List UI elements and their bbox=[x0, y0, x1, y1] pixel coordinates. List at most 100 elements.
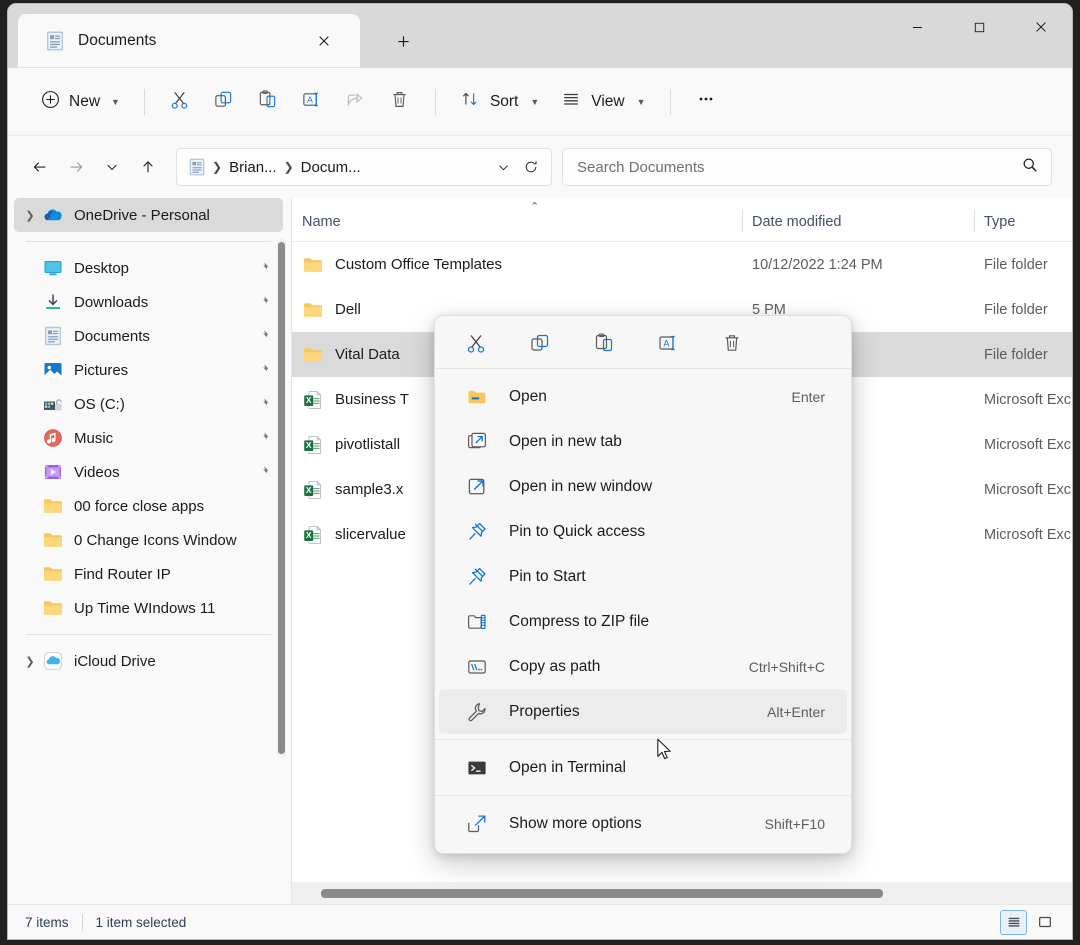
column-header-name[interactable]: Name ⌃ bbox=[292, 198, 742, 241]
back-button[interactable] bbox=[22, 149, 58, 185]
cut-icon[interactable] bbox=[459, 326, 493, 360]
pin-icon[interactable] bbox=[259, 431, 273, 445]
zip-icon bbox=[465, 610, 488, 633]
context-menu-item-properties[interactable]: PropertiesAlt+Enter bbox=[439, 689, 847, 734]
share-button[interactable] bbox=[334, 82, 378, 122]
sidebar-item-downloads[interactable]: Downloads bbox=[14, 285, 283, 319]
column-header-date-modified[interactable]: Date modified bbox=[742, 198, 974, 241]
drive-icon bbox=[42, 393, 64, 415]
sidebar-item-os-c[interactable]: OS (C:) bbox=[14, 387, 283, 421]
forward-button[interactable] bbox=[58, 149, 94, 185]
sidebar-item-label: Music bbox=[74, 430, 113, 447]
chevron-right-icon[interactable]: ❯ bbox=[18, 655, 42, 668]
folder-icon bbox=[42, 563, 64, 585]
more-options-button[interactable] bbox=[684, 82, 728, 122]
tab-documents[interactable]: Documents bbox=[18, 14, 360, 68]
open-folder-icon bbox=[465, 385, 488, 408]
copy-icon[interactable] bbox=[523, 326, 557, 360]
sidebar-item-00-force-close-apps[interactable]: 00 force close apps bbox=[14, 489, 283, 523]
table-row[interactable]: Custom Office Templates10/12/2022 1:24 P… bbox=[292, 242, 1072, 287]
pin-icon[interactable] bbox=[259, 363, 273, 377]
up-button[interactable] bbox=[130, 149, 166, 185]
context-menu-item-pin-to-start[interactable]: Pin to Start bbox=[439, 554, 847, 599]
new-button[interactable]: New ▼ bbox=[30, 82, 131, 122]
sidebar-item-documents[interactable]: Documents bbox=[14, 319, 283, 353]
paste-icon[interactable] bbox=[587, 326, 621, 360]
pin-icon[interactable] bbox=[259, 329, 273, 343]
new-tab-button[interactable] bbox=[386, 24, 420, 58]
sidebar-item-icloud-drive[interactable]: ❯ iCloud Drive bbox=[14, 644, 283, 678]
rename-button[interactable]: A bbox=[290, 82, 334, 122]
chevron-right-icon[interactable]: ❯ bbox=[18, 209, 42, 222]
context-menu-item-show-more-options[interactable]: Show more optionsShift+F10 bbox=[439, 801, 847, 846]
address-bar[interactable]: ❯ Brian... ❯ Docum... bbox=[176, 148, 552, 186]
context-menu-item-copy-as-path[interactable]: Copy as pathCtrl+Shift+C bbox=[439, 644, 847, 689]
context-menu-item-open[interactable]: OpenEnter bbox=[439, 374, 847, 419]
sidebar-item-label: iCloud Drive bbox=[74, 653, 156, 670]
view-button[interactable]: View ▼ bbox=[550, 82, 656, 122]
large-icons-view-icon[interactable] bbox=[1031, 910, 1058, 935]
search-input[interactable] bbox=[577, 159, 1021, 176]
breadcrumb-item-0[interactable]: Brian... bbox=[223, 155, 283, 180]
sidebar-item-onedrive-personal[interactable]: ❯OneDrive - Personal bbox=[14, 198, 283, 232]
context-menu-item-label: Show more options bbox=[509, 815, 765, 833]
view-button-label: View bbox=[591, 93, 624, 111]
pin-icon[interactable] bbox=[259, 295, 273, 309]
chevron-down-icon[interactable] bbox=[489, 153, 517, 181]
close-icon[interactable] bbox=[1010, 4, 1072, 50]
context-menu-item-label: Open in new window bbox=[509, 478, 825, 496]
pin-icon[interactable] bbox=[259, 261, 273, 275]
pin-icon[interactable] bbox=[259, 465, 273, 479]
context-menu-item-open-in-terminal[interactable]: Open in Terminal bbox=[439, 745, 847, 790]
details-view-icon[interactable] bbox=[1000, 910, 1027, 935]
sidebar-item-pictures[interactable]: Pictures bbox=[14, 353, 283, 387]
close-icon[interactable] bbox=[308, 25, 340, 57]
sort-button-label: Sort bbox=[490, 93, 518, 111]
minimize-icon[interactable] bbox=[886, 4, 948, 50]
context-menu-item-compress-to-zip-file[interactable]: Compress to ZIP file bbox=[439, 599, 847, 644]
context-menu-item-open-in-new-tab[interactable]: Open in new tab bbox=[439, 419, 847, 464]
screen-root: Documents bbox=[0, 0, 1080, 945]
recent-locations-button[interactable] bbox=[94, 149, 130, 185]
pin-icon[interactable] bbox=[259, 397, 273, 411]
plus-circle-icon bbox=[41, 90, 60, 114]
sidebar-item-label: Up Time WIndows 11 bbox=[74, 600, 215, 617]
sidebar-item-label: Pictures bbox=[74, 362, 128, 379]
open-new-tab-icon bbox=[465, 430, 488, 453]
window-controls bbox=[886, 4, 1072, 68]
sidebar-item-label: Videos bbox=[74, 464, 120, 481]
search-box[interactable] bbox=[562, 148, 1052, 186]
horizontal-scrollbar-thumb[interactable] bbox=[321, 889, 883, 898]
sort-button[interactable]: Sort ▼ bbox=[449, 82, 550, 122]
sidebar-item-label: Desktop bbox=[74, 260, 129, 277]
sidebar-item-music[interactable]: Music bbox=[14, 421, 283, 455]
rename-icon[interactable]: A bbox=[651, 326, 685, 360]
search-icon[interactable] bbox=[1021, 156, 1039, 179]
column-header-type[interactable]: Type bbox=[974, 198, 1072, 241]
delete-button[interactable] bbox=[378, 82, 422, 122]
delete-icon[interactable] bbox=[715, 326, 749, 360]
pin-icon bbox=[465, 520, 488, 543]
sidebar-item-desktop[interactable]: Desktop bbox=[14, 251, 283, 285]
sidebar-item-0-change-icons-window[interactable]: 0 Change Icons Window bbox=[14, 523, 283, 557]
refresh-icon[interactable] bbox=[517, 153, 545, 181]
sidebar-item-find-router-ip[interactable]: Find Router IP bbox=[14, 557, 283, 591]
context-menu-item-label: Copy as path bbox=[509, 658, 749, 676]
sidebar-item-up-time-windows-11[interactable]: Up Time WIndows 11 bbox=[14, 591, 283, 625]
copy-button[interactable] bbox=[202, 82, 246, 122]
sidebar-item-label: Downloads bbox=[74, 294, 148, 311]
context-menu-item-open-in-new-window[interactable]: Open in new window bbox=[439, 464, 847, 509]
horizontal-scrollbar-track[interactable] bbox=[292, 882, 1072, 904]
context-menu-item-pin-to-quick-access[interactable]: Pin to Quick access bbox=[439, 509, 847, 554]
show-more-icon bbox=[465, 812, 488, 835]
cut-button[interactable] bbox=[158, 82, 202, 122]
folder-icon bbox=[42, 529, 64, 551]
copy-path-icon bbox=[465, 655, 488, 678]
sidebar-scrollbar-thumb[interactable] bbox=[278, 242, 285, 754]
view-toggle-group bbox=[1000, 910, 1058, 935]
trash-icon bbox=[389, 89, 410, 115]
sidebar-item-videos[interactable]: Videos bbox=[14, 455, 283, 489]
paste-button[interactable] bbox=[246, 82, 290, 122]
maximize-icon[interactable] bbox=[948, 4, 1010, 50]
breadcrumb-item-1[interactable]: Docum... bbox=[295, 155, 367, 180]
